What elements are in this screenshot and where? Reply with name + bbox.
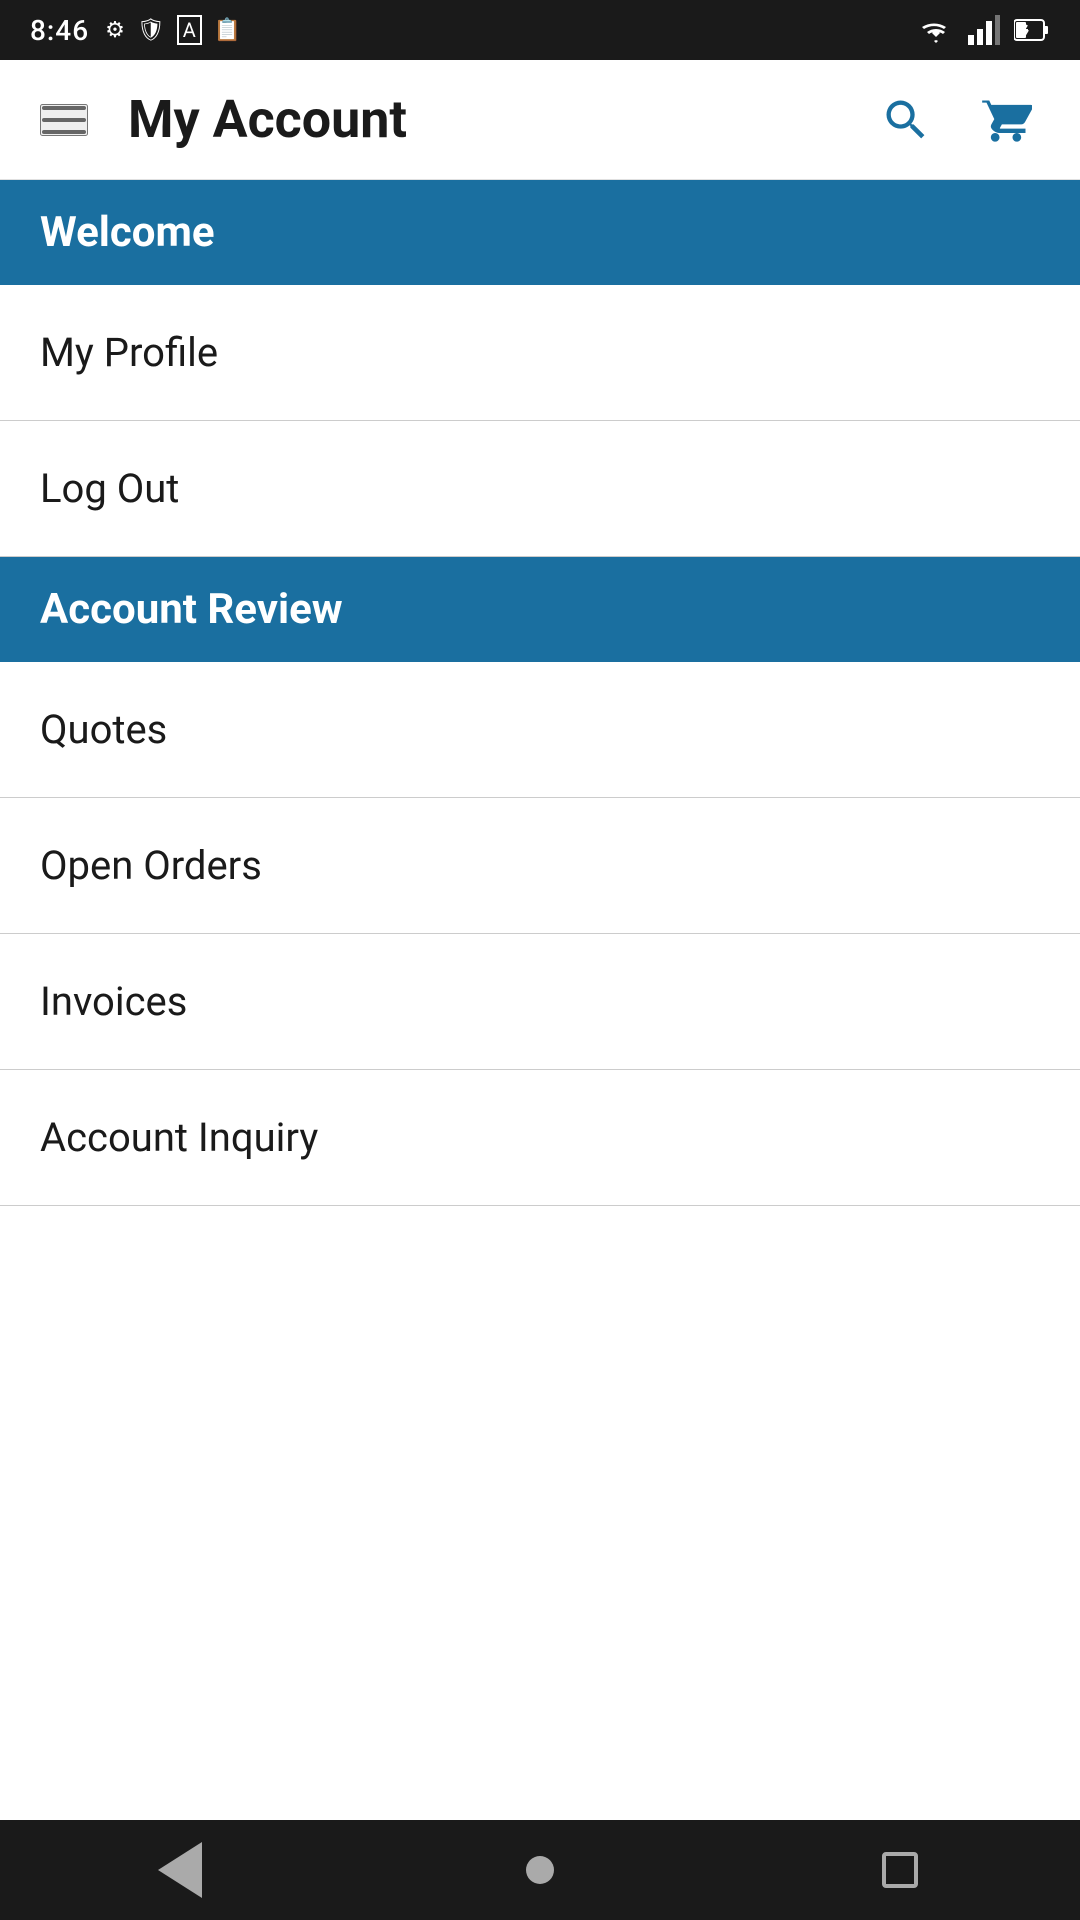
welcome-label: Welcome bbox=[40, 208, 215, 257]
content-area bbox=[0, 1206, 1080, 1820]
quotes-item[interactable]: Quotes bbox=[0, 662, 1080, 798]
log-out-item[interactable]: Log Out bbox=[0, 421, 1080, 557]
account-inquiry-item[interactable]: Account Inquiry bbox=[0, 1070, 1080, 1206]
search-icon bbox=[880, 94, 932, 146]
status-bar-right bbox=[918, 15, 1050, 45]
signal-icon bbox=[968, 15, 1000, 45]
status-bar-left: 8:46 ⚙ 🛡 A 📋 bbox=[30, 14, 241, 47]
battery-icon bbox=[1014, 17, 1050, 43]
page-title: My Account bbox=[128, 89, 407, 150]
account-review-label: Account Review bbox=[40, 585, 343, 634]
hamburger-line-2 bbox=[42, 118, 86, 122]
welcome-section-header: Welcome bbox=[0, 180, 1080, 285]
hamburger-line-1 bbox=[42, 106, 86, 110]
recents-icon bbox=[882, 1852, 918, 1888]
app-header: My Account bbox=[0, 60, 1080, 180]
wifi-icon bbox=[918, 17, 954, 43]
nav-back-button[interactable] bbox=[140, 1830, 220, 1910]
account-inquiry-label: Account Inquiry bbox=[40, 1114, 318, 1161]
status-time: 8:46 bbox=[30, 14, 89, 47]
open-orders-item[interactable]: Open Orders bbox=[0, 798, 1080, 934]
my-profile-item[interactable]: My Profile bbox=[0, 285, 1080, 421]
quotes-label: Quotes bbox=[40, 706, 167, 753]
clipboard-icon: 📋 bbox=[214, 18, 241, 43]
status-icons: ⚙ 🛡 A 📋 bbox=[105, 15, 241, 45]
bottom-nav-bar bbox=[0, 1820, 1080, 1920]
account-review-section-header: Account Review bbox=[0, 557, 1080, 662]
nav-recents-button[interactable] bbox=[860, 1830, 940, 1910]
my-profile-label: My Profile bbox=[40, 329, 218, 376]
nav-home-button[interactable] bbox=[500, 1830, 580, 1910]
open-orders-label: Open Orders bbox=[40, 842, 262, 889]
back-icon bbox=[158, 1842, 202, 1898]
header-right bbox=[872, 86, 1040, 154]
hamburger-line-3 bbox=[42, 130, 86, 134]
cart-button[interactable] bbox=[972, 86, 1040, 154]
cart-icon bbox=[980, 94, 1032, 146]
search-button[interactable] bbox=[872, 86, 940, 154]
status-bar: 8:46 ⚙ 🛡 A 📋 bbox=[0, 0, 1080, 60]
home-icon bbox=[526, 1856, 554, 1884]
log-out-label: Log Out bbox=[40, 465, 179, 512]
gear-icon: ⚙ bbox=[105, 18, 125, 43]
header-left: My Account bbox=[40, 89, 407, 150]
shield-icon: 🛡 bbox=[137, 18, 165, 43]
invoices-label: Invoices bbox=[40, 978, 187, 1025]
font-icon: A bbox=[177, 15, 202, 45]
hamburger-menu-button[interactable] bbox=[40, 104, 88, 136]
invoices-item[interactable]: Invoices bbox=[0, 934, 1080, 1070]
